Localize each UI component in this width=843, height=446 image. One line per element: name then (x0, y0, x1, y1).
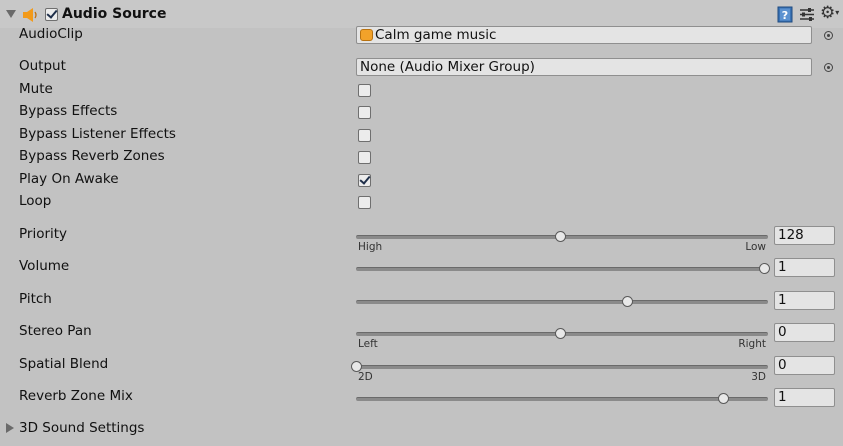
slider-min-label: High (358, 241, 383, 253)
slider-max-label: Low (745, 241, 766, 253)
toggle-checkbox[interactable] (358, 196, 371, 209)
toggle-checkbox[interactable] (358, 106, 371, 119)
toggle-checkbox[interactable] (358, 151, 371, 164)
slider-thumb[interactable] (718, 393, 730, 404)
audioclip-field[interactable]: Calm game music (356, 26, 812, 44)
toggle-label: Play On Awake (19, 171, 119, 187)
slider-value-field[interactable]: 0 (774, 356, 835, 375)
help-book-icon[interactable]: ? (777, 6, 793, 23)
toggle-label: Bypass Effects (19, 103, 118, 119)
audio-clip-icon (360, 29, 373, 41)
slider-label: Stereo Pan (19, 323, 92, 339)
toggle-label: Bypass Listener Effects (19, 126, 176, 142)
slider-min-label: Left (358, 338, 378, 350)
slider-label: Spatial Blend (19, 356, 109, 372)
slider-value-field[interactable]: 1 (774, 388, 835, 407)
output-value: None (Audio Mixer Group) (360, 59, 535, 75)
slider-track[interactable] (356, 296, 768, 307)
slider-label: Reverb Zone Mix (19, 388, 133, 404)
slider-max-label: 3D (751, 371, 766, 383)
slider-label: Volume (19, 258, 70, 274)
foldout-arrow-icon[interactable] (6, 10, 16, 18)
3d-sound-settings-foldout[interactable]: 3D Sound Settings (19, 420, 144, 436)
slider-thumb[interactable] (621, 296, 633, 307)
object-picker-icon[interactable] (824, 31, 833, 40)
slider-track[interactable] (356, 231, 768, 242)
slider-value-field[interactable]: 1 (774, 258, 835, 277)
component-title: Audio Source (62, 6, 167, 22)
audioclip-value: Calm game music (375, 27, 497, 43)
toggle-label: Mute (19, 81, 53, 97)
output-label: Output (19, 58, 66, 74)
slider-track[interactable] (351, 361, 768, 372)
speaker-icon (23, 8, 37, 22)
slider-thumb[interactable] (759, 263, 770, 274)
foldout-arrow-icon[interactable] (6, 423, 14, 433)
slider-value-field[interactable]: 0 (774, 323, 835, 342)
slider-label: Pitch (19, 291, 52, 307)
slider-label: Priority (19, 226, 68, 242)
toggle-checkbox[interactable] (358, 174, 371, 187)
toggle-label: Loop (19, 193, 52, 209)
object-picker-icon[interactable] (824, 63, 833, 72)
audioclip-label: AudioClip (19, 26, 83, 42)
slider-thumb[interactable] (555, 231, 566, 242)
slider-track[interactable] (356, 393, 768, 404)
slider-track[interactable] (356, 328, 768, 339)
slider-value-field[interactable]: 1 (774, 291, 835, 310)
slider-min-label: 2D (358, 371, 373, 383)
gear-icon[interactable]: ⚙▾ (820, 3, 839, 23)
slider-track[interactable] (356, 263, 770, 274)
slider-thumb[interactable] (555, 328, 566, 339)
component-enabled-checkbox[interactable] (45, 8, 58, 21)
slider-max-label: Right (738, 338, 766, 350)
svg-text:?: ? (782, 9, 788, 22)
output-field[interactable]: None (Audio Mixer Group) (356, 58, 812, 76)
preset-sliders-icon[interactable] (799, 7, 815, 22)
toggle-label: Bypass Reverb Zones (19, 148, 165, 164)
toggle-checkbox[interactable] (358, 84, 371, 97)
toggle-checkbox[interactable] (358, 129, 371, 142)
slider-value-field[interactable]: 128 (774, 226, 835, 245)
